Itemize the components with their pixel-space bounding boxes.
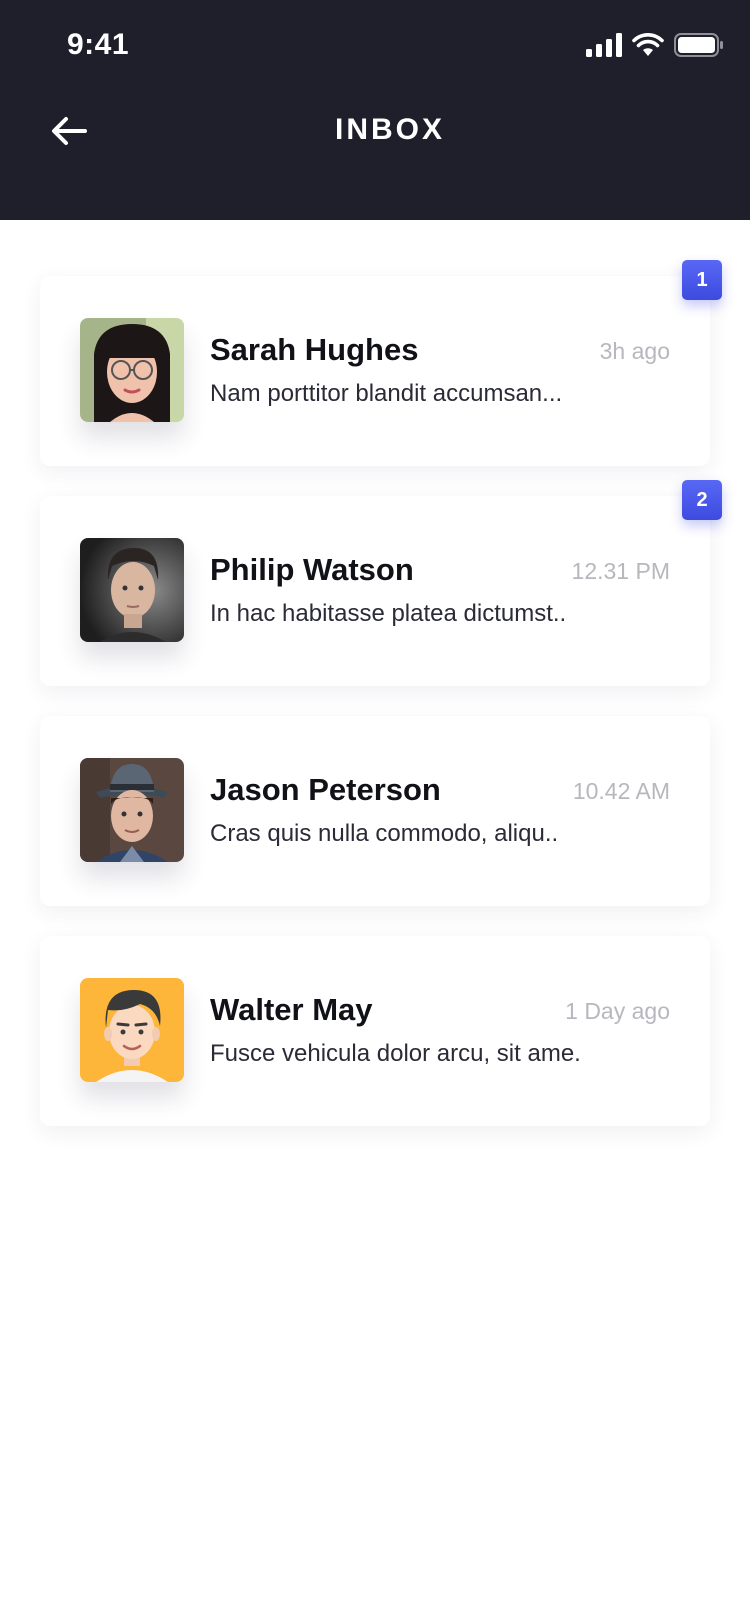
message-preview: Cras quis nulla commodo, aliqu..: [210, 820, 559, 847]
message-preview: Fusce vehicula dolor arcu, sit ame.: [210, 1040, 581, 1067]
sender-name: Sarah Hughes: [210, 332, 419, 367]
message-time: 10.42 AM: [572, 778, 670, 804]
message-time: 12.31 PM: [571, 558, 670, 584]
message-time: 3h ago: [599, 338, 670, 364]
page-title: INBOX: [334, 113, 445, 146]
message-preview: In hac habitasse platea dictumst..: [210, 600, 567, 627]
message-card[interactable]: Walter May 1 Day ago Fusce vehicula dolo…: [40, 936, 710, 1126]
sender-name: Philip Watson: [210, 552, 414, 587]
avatar: [80, 318, 184, 422]
app-header: 9:41 INBOX: [0, 0, 750, 220]
message-card[interactable]: Sarah Hughes 3h ago Nam porttitor blandi…: [40, 260, 722, 466]
sender-name: Jason Peterson: [210, 772, 441, 807]
battery-icon: [674, 32, 724, 62]
unread-badge: 2: [682, 480, 722, 520]
message-time: 1 Day ago: [565, 998, 670, 1024]
message-preview: Nam porttitor blandit accumsan...: [210, 380, 563, 407]
cellular-signal-icon: [586, 32, 622, 62]
unread-badge: 1: [682, 260, 722, 300]
message-card[interactable]: Philip Watson 12.31 PM In hac habitasse …: [40, 480, 722, 686]
wifi-icon: [632, 32, 664, 62]
sender-name: Walter May: [210, 992, 373, 1027]
status-time: 9:41: [67, 28, 130, 61]
status-icons: [586, 30, 724, 64]
message-list: Sarah Hughes 3h ago Nam porttitor blandi…: [40, 260, 722, 1156]
avatar: [80, 978, 184, 1082]
avatar: [80, 758, 184, 862]
avatar: [80, 538, 184, 642]
message-card[interactable]: Jason Peterson 10.42 AM Cras quis nulla …: [40, 716, 710, 906]
